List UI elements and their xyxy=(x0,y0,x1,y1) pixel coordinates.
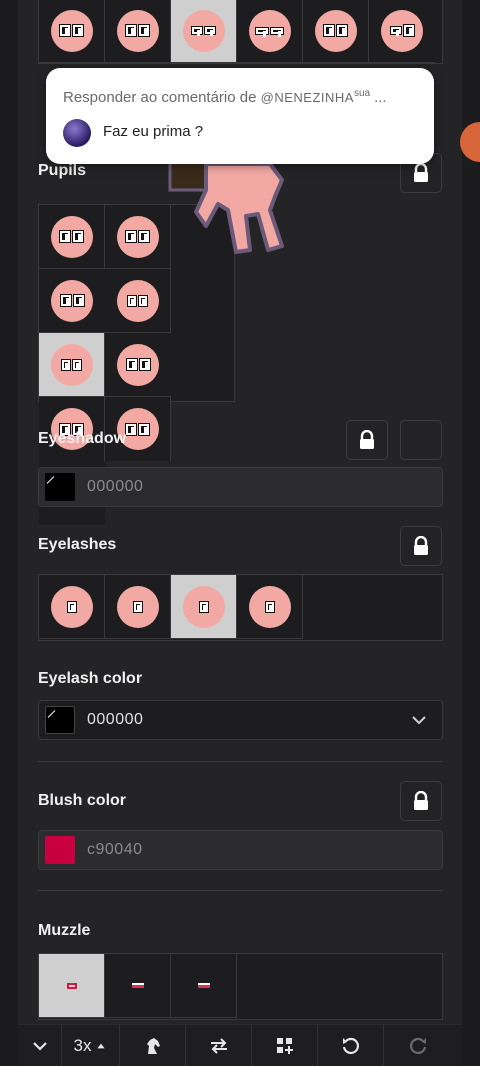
eyelash-color-label: Eyelash color xyxy=(38,670,143,687)
eyelashes-lock-button[interactable] xyxy=(400,526,442,566)
muzzle-option[interactable] xyxy=(171,954,237,1018)
face-icon xyxy=(50,343,93,386)
swap-button[interactable] xyxy=(186,1024,252,1066)
eyelashes-grid xyxy=(38,574,443,641)
pupils-label: Pupils xyxy=(38,162,87,179)
avatar xyxy=(63,119,91,147)
face-icon xyxy=(117,343,159,386)
eyelash-color-value: 000000 xyxy=(87,711,144,728)
face-icon xyxy=(50,215,93,258)
pupil-option-selected[interactable] xyxy=(39,333,105,397)
eyelash-option[interactable] xyxy=(39,575,105,639)
eye-option[interactable] xyxy=(39,0,105,63)
eye-option[interactable] xyxy=(303,0,369,63)
chevron-down-icon xyxy=(32,1041,47,1051)
eyelash-color-select[interactable]: 000000 xyxy=(38,700,443,740)
blush-color-field[interactable]: c90040 xyxy=(38,830,443,870)
swap-icon xyxy=(210,1037,227,1054)
reply-comment-popup[interactable]: Responder ao comentário de @NENEZINHAsua… xyxy=(46,68,434,164)
face-icon xyxy=(116,215,159,258)
muzzle-icon xyxy=(197,983,210,988)
eyeshadow-toggle-box[interactable] xyxy=(400,420,442,460)
widgets-button[interactable] xyxy=(252,1024,318,1066)
color-swatch xyxy=(45,706,75,734)
redo-button[interactable] xyxy=(384,1025,452,1066)
eyeshadow-color-value: 000000 xyxy=(87,478,144,495)
blush-color-value: c90040 xyxy=(87,841,143,858)
color-swatch xyxy=(45,836,75,864)
pupil-option[interactable] xyxy=(105,397,171,461)
eyelash-option-selected[interactable] xyxy=(171,575,237,639)
pony-button[interactable] xyxy=(120,1024,186,1066)
pupil-option[interactable] xyxy=(105,333,171,397)
undo-icon xyxy=(342,1037,359,1054)
caret-up-icon xyxy=(97,1043,106,1048)
eye-option[interactable] xyxy=(105,0,171,63)
muzzle-option[interactable] xyxy=(105,954,171,1018)
face-icon xyxy=(116,585,159,628)
muzzle-icon xyxy=(66,982,77,989)
face-icon xyxy=(116,279,159,322)
divider xyxy=(38,761,443,762)
pupil-option[interactable] xyxy=(39,205,105,269)
eyes-grid xyxy=(38,0,443,64)
muzzle-grid xyxy=(38,953,443,1020)
reply-username: @NENEZINHA xyxy=(260,90,354,105)
face-icon xyxy=(182,9,225,52)
face-icon xyxy=(314,9,357,52)
pupil-option[interactable] xyxy=(105,269,171,333)
eyeshadow-lock-button[interactable] xyxy=(346,420,388,460)
face-icon xyxy=(116,9,159,52)
eye-option[interactable] xyxy=(237,0,303,63)
reply-header: Responder ao comentário de @NENEZINHAsua… xyxy=(63,88,387,106)
muzzle-label: Muzzle xyxy=(38,922,91,939)
blush-color-label: Blush color xyxy=(38,792,127,809)
lock-icon xyxy=(414,791,428,810)
grid-plus-icon xyxy=(276,1037,293,1054)
lock-icon xyxy=(414,536,428,555)
face-icon xyxy=(248,9,291,52)
lock-icon xyxy=(414,163,428,182)
pupil-option[interactable] xyxy=(39,269,105,333)
chevron-down-icon xyxy=(412,716,426,725)
face-icon xyxy=(51,279,93,322)
reply-suffix: sua xyxy=(353,88,371,99)
collapse-button[interactable] xyxy=(18,1024,62,1066)
reply-message: Faz eu prima ? xyxy=(103,123,204,140)
face-icon xyxy=(248,585,291,628)
face-icon xyxy=(182,585,225,628)
reply-ellipsis: ... xyxy=(374,89,387,106)
face-icon xyxy=(50,585,93,628)
eyelash-option[interactable] xyxy=(237,575,303,639)
undo-button[interactable] xyxy=(318,1024,384,1066)
color-swatch xyxy=(45,473,75,501)
face-icon xyxy=(381,9,423,52)
zoom-button[interactable]: 3x xyxy=(62,1024,120,1066)
reply-prefix: Responder ao comentário de xyxy=(63,89,257,106)
eye-option[interactable] xyxy=(369,0,435,63)
eyeshadow-color-field[interactable]: 000000 xyxy=(38,467,443,507)
eyelashes-label: Eyelashes xyxy=(38,536,117,553)
eyeshadow-label: Eyeshadow xyxy=(38,430,127,447)
muzzle-icon xyxy=(131,983,144,988)
face-icon xyxy=(50,9,93,52)
horse-icon xyxy=(146,1037,160,1054)
pupil-option[interactable] xyxy=(105,205,171,269)
pupil-option[interactable] xyxy=(39,397,105,461)
blush-lock-button[interactable] xyxy=(400,781,442,821)
muzzle-option-selected[interactable] xyxy=(39,954,105,1018)
eyelash-option[interactable] xyxy=(105,575,171,639)
divider xyxy=(38,890,443,891)
lock-icon xyxy=(360,430,374,449)
zoom-label: 3x xyxy=(73,1035,92,1055)
bottom-toolbar: 3x xyxy=(18,1024,462,1066)
eye-option-selected[interactable] xyxy=(171,0,237,63)
redo-icon xyxy=(410,1037,427,1054)
pony-preview-image xyxy=(168,158,284,254)
left-edge xyxy=(0,0,18,1066)
